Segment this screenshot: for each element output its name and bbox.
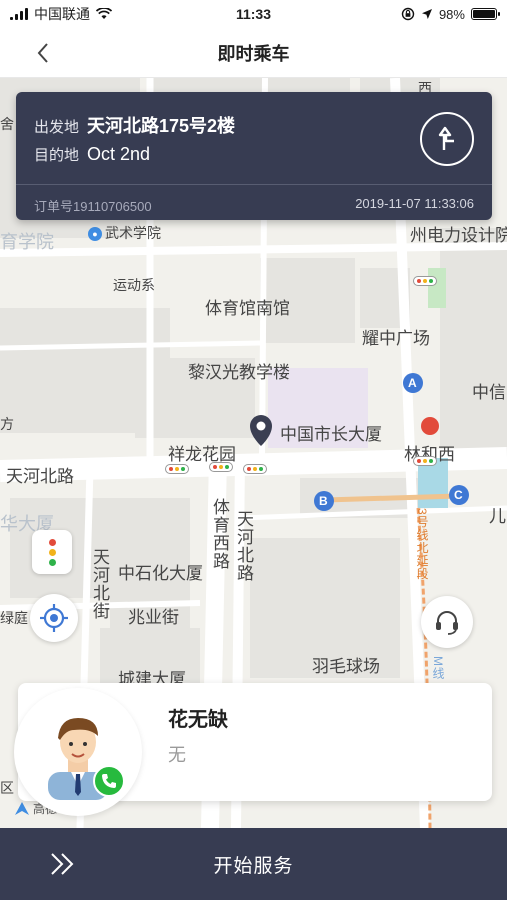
- map-label-text: 武术学院: [105, 225, 161, 241]
- battery-icon: [470, 8, 500, 20]
- traffic-green-icon: [48, 558, 56, 566]
- map-label-shizhang: 中国市长大厦: [280, 425, 382, 444]
- map-label-yundong: 运动系: [113, 277, 155, 293]
- svg-text:A: A: [408, 376, 417, 390]
- map-label-yaozhong: 耀中广场: [362, 329, 430, 348]
- map-label-tianhebeijie: 天河北街: [90, 548, 109, 620]
- start-service-button[interactable]: 开始服务: [0, 828, 507, 900]
- map-label-edu: 育学院: [0, 232, 54, 252]
- destination-row: 目的地 Oct 2nd: [34, 144, 150, 165]
- svg-text:C: C: [454, 488, 463, 502]
- origin-value: 天河北路175号2楼: [87, 116, 236, 136]
- map-label-tiyuxilu: 体育西路: [210, 498, 229, 570]
- map-label-wushu: ● 武术学院: [88, 223, 161, 243]
- poi-icon: ●: [88, 227, 102, 242]
- double-chevron-right-icon: [51, 853, 74, 875]
- order-divider: [16, 184, 492, 185]
- status-time: 11:33: [235, 6, 272, 22]
- origin-label: 出发地: [34, 119, 80, 136]
- traffic-light-marker: [165, 464, 189, 474]
- phone-icon: [102, 774, 116, 788]
- map-label-lihanguang: 黎汉光教学楼: [188, 363, 290, 382]
- chevron-left-icon: [37, 43, 48, 63]
- status-right: 98%: [335, 6, 500, 22]
- svg-text:B: B: [319, 494, 328, 508]
- driver-subtitle: 无: [168, 745, 186, 765]
- map-label-zhongshihua: 中石化大厦: [118, 564, 203, 583]
- map-label-tianhebeilu: 天河北路: [6, 467, 74, 486]
- amap-logo-icon: [15, 801, 29, 815]
- status-left: 中国联通: [10, 4, 172, 24]
- nav-bar: 即时乘车: [0, 28, 507, 78]
- battery-fill: [472, 10, 495, 18]
- call-driver-button[interactable]: [93, 765, 125, 797]
- headset-icon: [436, 611, 458, 635]
- page-title: 即时乘车: [217, 43, 290, 64]
- lock-rotation-icon: [401, 7, 415, 21]
- traffic-light-marker: [413, 456, 437, 466]
- map-label-qu: 区: [0, 780, 14, 796]
- map-label-er: 儿: [489, 507, 506, 526]
- traffic-light-marker: [209, 462, 233, 472]
- traffic-yellow-icon: [48, 548, 56, 556]
- order-number: 订单号19110706500: [34, 199, 152, 214]
- traffic-light-marker: [413, 276, 437, 286]
- map-label-fang: 方: [0, 416, 14, 432]
- map-label-zhongxin: 中信: [472, 383, 506, 402]
- origin-row: 出发地 天河北路175号2楼: [34, 112, 235, 138]
- map-label-line3: 3号线北延段: [415, 508, 429, 581]
- map-label-she: 舍: [0, 116, 14, 132]
- map-label-linem: M线: [431, 656, 445, 680]
- status-bar: 中国联通 11:33 98%: [0, 0, 507, 28]
- order-time: 2019-11-07 11:33:06: [355, 196, 474, 211]
- map-label-yumao: 羽毛球场: [312, 657, 380, 676]
- back-button[interactable]: [28, 38, 58, 68]
- start-service-label: 开始服务: [213, 855, 294, 877]
- locate-button[interactable]: [30, 594, 78, 642]
- locate-icon: [40, 604, 68, 632]
- map-label-tiyuguan: 体育馆南馆: [205, 299, 290, 318]
- map-label-zhaoyejie: 兆业街: [128, 608, 179, 627]
- navigate-button[interactable]: [420, 112, 474, 166]
- navigation-arrow-icon: [438, 126, 454, 150]
- destination-value: Oct 2nd: [87, 144, 151, 164]
- avatar: [14, 688, 142, 816]
- map-label-dianli: 州电力设计院: [410, 226, 507, 245]
- map-label-lvting: 绿庭: [0, 610, 28, 626]
- map-label-tianhebeilu-v: 天河北路: [234, 510, 253, 582]
- traffic-toggle-button[interactable]: [32, 530, 72, 574]
- carrier-name: 中国联通: [34, 6, 90, 22]
- destination-label: 目的地: [34, 147, 80, 164]
- location-arrow-icon: [421, 9, 432, 19]
- signal-icon: [10, 8, 28, 20]
- customer-service-button[interactable]: [421, 596, 473, 648]
- wifi-icon: [96, 8, 112, 19]
- driver-name: 花无缺: [168, 709, 228, 731]
- battery-text: 98%: [438, 6, 465, 22]
- order-card: 出发地 天河北路175号2楼 目的地 Oct 2nd 订单号1911070650…: [16, 92, 492, 220]
- traffic-red-icon: [48, 538, 56, 546]
- traffic-light-marker: [243, 464, 267, 474]
